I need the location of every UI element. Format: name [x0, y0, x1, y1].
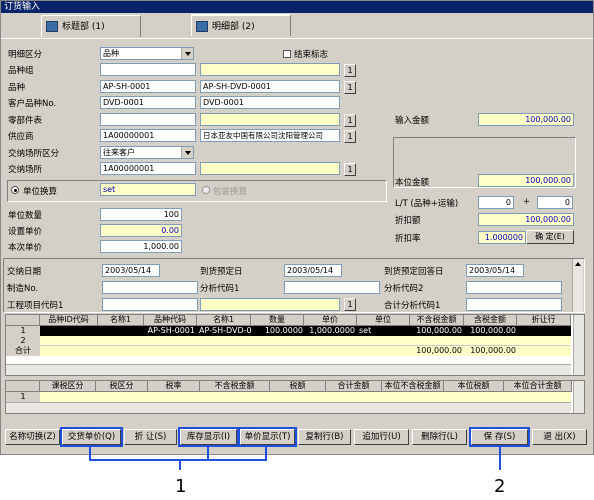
callout-2: 2 [494, 476, 506, 497]
chevron-down-icon [185, 52, 191, 56]
callout-1: 1 [175, 476, 187, 497]
callout-lines [89, 445, 501, 470]
chevron-down-icon [185, 151, 191, 155]
